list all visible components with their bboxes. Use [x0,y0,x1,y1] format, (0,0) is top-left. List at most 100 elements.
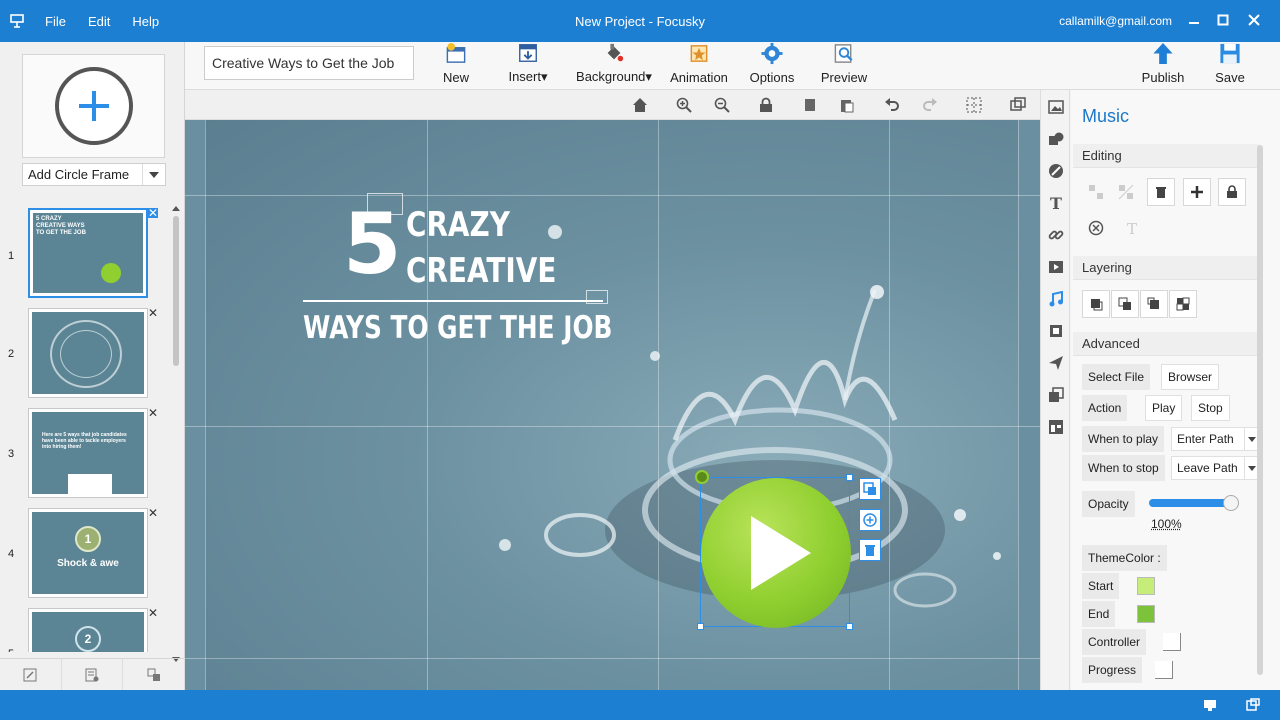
delete-frame-icon[interactable]: ✕ [148,307,158,319]
opacity-value[interactable]: 100% [1151,517,1182,531]
template-icon[interactable] [1047,418,1065,436]
thumbnail-scrollbar[interactable] [170,202,182,662]
insert-button[interactable]: Insert▾ [505,42,551,90]
redo-icon[interactable] [922,97,938,113]
flash-icon[interactable] [1047,322,1065,340]
frame-thumbnail-1[interactable]: 5 CRAZY CREATIVE WAYS TO GET THE JOB [28,208,148,298]
opacity-slider-thumb[interactable] [1223,495,1239,511]
ungroup-icon[interactable] [1112,178,1140,206]
play-action-button[interactable]: Play [1145,395,1183,421]
thumbnail-text: Shock & awe [57,558,119,569]
reset-icon[interactable] [1082,214,1110,242]
controller-color-swatch[interactable] [1163,633,1181,651]
send-to-back-icon[interactable] [1169,290,1197,318]
menu-help[interactable]: Help [121,14,170,29]
image-icon[interactable] [1047,98,1065,116]
brush-icon[interactable] [1047,162,1065,180]
preview-button[interactable]: Preview [820,42,868,90]
music-icon[interactable] [1047,290,1065,308]
text-icon[interactable]: T [1047,194,1065,212]
grid-icon[interactable] [966,97,982,113]
window-icon[interactable] [1246,698,1260,712]
properties-scrollbar[interactable] [1257,145,1263,675]
options-button[interactable]: Options [747,42,797,90]
frame-settings-button[interactable] [62,659,124,690]
text-style-icon[interactable]: T [1118,214,1146,242]
frame-thumbnail-5[interactable]: 2 [28,608,148,652]
airplane-icon[interactable] [1047,354,1065,372]
publish-button[interactable]: Publish [1140,42,1186,90]
link-icon[interactable] [1047,226,1065,244]
animation-button[interactable]: Animation [668,42,730,90]
stop-action-button[interactable]: Stop [1191,395,1230,421]
save-button[interactable]: Save [1214,42,1246,90]
undo-icon[interactable] [884,97,900,113]
when-to-stop-select[interactable]: Leave Path [1171,456,1259,480]
edit-frame-button[interactable] [0,659,62,690]
lock-icon[interactable] [758,97,774,113]
list-item: 3 Here are 5 ways that job candidates ha… [0,407,170,504]
video-icon[interactable] [1047,258,1065,276]
chevron-down-icon[interactable] [1244,457,1258,479]
slide-canvas[interactable] [205,120,1018,690]
account-email[interactable]: callamilk@gmail.com [1059,14,1172,28]
play-button-graphic[interactable] [701,478,851,628]
progress-color-swatch[interactable] [1155,661,1173,679]
bring-forward-icon[interactable] [1111,290,1139,318]
lock-icon[interactable] [1218,178,1246,206]
home-icon[interactable] [632,97,648,113]
layers-icon[interactable] [1047,386,1065,404]
menu-edit[interactable]: Edit [77,14,121,29]
paste-icon[interactable] [839,97,855,113]
delete-frame-icon[interactable]: ✕ [148,507,158,519]
close-icon[interactable] [1246,12,1262,28]
rotate-handle[interactable] [695,470,709,484]
resize-handle[interactable] [697,623,704,630]
resize-handle[interactable] [846,474,853,481]
fullscreen-icon[interactable] [1010,97,1026,113]
selected-music-object[interactable] [695,470,853,630]
frame-type-select[interactable]: Add Circle Frame [22,163,166,186]
frame-thumbnail-4[interactable]: 1 Shock & awe [28,508,148,598]
plus-icon[interactable] [1183,178,1211,206]
when-to-play-select[interactable]: Enter Path [1171,427,1259,451]
frame-thumbnail-2[interactable] [28,308,148,398]
delete-object-button[interactable] [859,539,881,561]
add-object-button[interactable] [859,509,881,531]
new-button[interactable]: New [440,42,472,90]
add-frame-button[interactable] [22,54,165,158]
browser-button[interactable]: Browser [1161,364,1220,390]
canvas-stage[interactable]: 5 CRAZY CREATIVE WAYS TO GET THE JOB [185,120,1040,690]
zoom-out-icon[interactable] [714,97,730,113]
zoom-in-icon[interactable] [676,97,692,113]
send-backward-icon[interactable] [1140,290,1168,318]
monitor-icon[interactable] [1203,698,1217,712]
start-color-swatch[interactable] [1137,577,1155,595]
group-icon[interactable] [1082,178,1110,206]
slide-subtitle[interactable]: WAYS TO GET THE JOB [303,310,612,346]
minimize-icon[interactable] [1186,12,1202,28]
project-title-input[interactable] [204,46,414,80]
chevron-down-icon[interactable] [1244,428,1258,450]
delete-frame-icon[interactable]: ✕ [148,607,158,619]
opacity-slider-track[interactable] [1149,495,1239,511]
scroll-thumb[interactable] [173,216,179,366]
end-color-swatch[interactable] [1137,605,1155,623]
frame-thumbnail-3[interactable]: Here are 5 ways that job candidates have… [28,408,148,498]
shape-icon[interactable] [1047,130,1065,148]
frame-layout-button[interactable] [123,659,186,690]
trash-icon[interactable] [1147,178,1175,206]
menu-file[interactable]: File [34,14,77,29]
bring-to-front-icon[interactable] [1082,290,1110,318]
background-button[interactable]: Background▾ [574,42,654,90]
slide-title-line1[interactable]: CRAZY [406,205,510,245]
maximize-icon[interactable] [1215,12,1231,28]
replace-object-button[interactable] [859,478,881,500]
delete-frame-icon[interactable]: ✕ [148,407,158,419]
resize-handle[interactable] [846,623,853,630]
slide-title-line2[interactable]: CREATIVE [406,251,556,291]
delete-frame-icon[interactable]: ✕ [148,207,158,219]
copy-icon[interactable] [802,97,818,113]
chevron-down-icon[interactable] [142,164,165,185]
slide-big-number[interactable]: 5 [343,202,401,286]
